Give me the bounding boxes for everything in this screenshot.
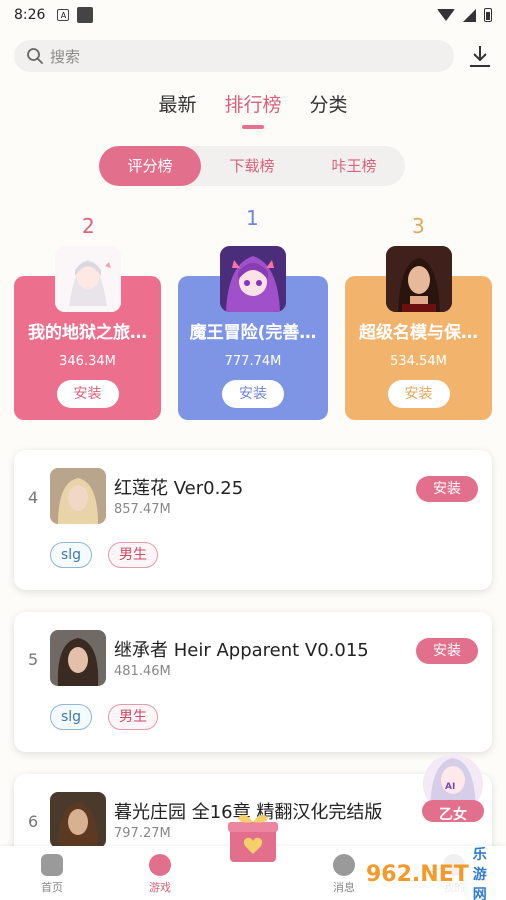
segment-downloads[interactable]: 下载榜: [201, 146, 303, 186]
watermark-logo: 962.NET 乐游网: [366, 847, 498, 900]
watermark-text: 乐游网: [472, 847, 487, 900]
tag-slg[interactable]: slg: [50, 704, 93, 730]
podium-name: 魔王冒险(完善…: [189, 323, 317, 343]
game-title: 继承者 Heir Apparent V0.015: [114, 640, 369, 661]
list-index: 5: [28, 650, 39, 669]
search-icon: [27, 48, 43, 64]
install-button[interactable]: 安装: [56, 380, 119, 408]
game-controller-icon: [149, 854, 171, 876]
tag-male[interactable]: 男生: [108, 542, 158, 568]
download-icon[interactable]: [466, 42, 494, 70]
podium-name: 超级名模与保…: [359, 323, 478, 343]
segment-rating[interactable]: 评分榜: [99, 146, 201, 186]
rank-number-1: 1: [246, 206, 259, 230]
otome-label: 乙女: [439, 807, 467, 823]
rank-number-2: 2: [82, 214, 95, 238]
install-button[interactable]: 安装: [222, 380, 284, 408]
tag-male[interactable]: 男生: [108, 704, 158, 730]
podium-card-2[interactable]: 我的地狱之旅… 346.34M 安装: [14, 246, 161, 420]
podium-size: 534.54M: [390, 354, 447, 369]
message-icon: [333, 854, 355, 876]
game-thumbnail: [50, 468, 106, 524]
nav-messages-label: 消息: [333, 881, 355, 894]
notification-square-icon: [77, 7, 94, 23]
nav-games[interactable]: 游戏: [130, 854, 190, 895]
tag-slg[interactable]: slg: [50, 542, 93, 568]
top-tabs: 最新 排行榜 分类: [0, 90, 506, 125]
purple-haired-girl-icon: [220, 246, 286, 312]
list-index: 4: [28, 488, 39, 507]
podium-size: 777.74M: [224, 354, 282, 369]
game-title: 红莲花 Ver0.25: [114, 478, 244, 499]
ai-badge: AI: [445, 782, 456, 792]
app-a-icon: A: [57, 9, 70, 21]
podium-card-1[interactable]: 魔王冒险(完善… 777.74M 安装: [178, 246, 328, 420]
podium-name: 我的地狱之旅…: [28, 323, 147, 343]
nav-messages[interactable]: 消息: [314, 854, 374, 895]
list-index: 6: [28, 812, 39, 831]
segment-kawang[interactable]: 咔王榜: [303, 146, 405, 186]
game-size: 481.46M: [114, 664, 171, 679]
game-thumbnail: [50, 792, 106, 848]
install-button[interactable]: 安装: [387, 380, 450, 408]
tab-ranking[interactable]: 排行榜: [224, 90, 281, 125]
game-size: 857.47M: [114, 502, 171, 517]
otome-floating-button[interactable]: 乙女 AI: [414, 748, 492, 826]
game-size: 797.27M: [114, 826, 171, 841]
watermark-962: 962.NET: [366, 861, 469, 887]
nav-home-label: 首页: [41, 881, 63, 894]
install-button[interactable]: 安装: [416, 476, 478, 502]
woman-portrait-icon: [385, 246, 452, 312]
signal-icon: [463, 8, 476, 22]
status-bar: 8:26 A: [0, 0, 506, 30]
white-haired-girl-icon: [54, 246, 121, 312]
gift-button[interactable]: [226, 810, 280, 864]
ranking-segment: 评分榜 下载榜 咔王榜: [99, 146, 405, 186]
podium-card-3[interactable]: 超级名模与保… 534.54M 安装: [345, 246, 492, 420]
list-item[interactable]: 4 红莲花 Ver0.25 857.47M 安装 slg 男生: [14, 450, 492, 590]
status-right-icons: [437, 8, 492, 22]
podium-size: 346.34M: [59, 354, 116, 369]
list-item[interactable]: 5 继承者 Heir Apparent V0.015 481.46M 安装 sl…: [14, 612, 492, 752]
game-thumbnail: [50, 630, 106, 686]
home-icon: [41, 854, 63, 876]
search-placeholder: 搜索: [50, 47, 81, 66]
search-input[interactable]: 搜索: [14, 40, 454, 72]
tab-category[interactable]: 分类: [310, 90, 348, 125]
status-time: 8:26: [14, 7, 46, 23]
nav-games-label: 游戏: [149, 881, 171, 894]
install-button[interactable]: 安装: [416, 638, 478, 664]
battery-icon: [484, 8, 492, 22]
wifi-icon: [437, 9, 455, 21]
nav-home[interactable]: 首页: [22, 854, 82, 895]
rank-number-3: 3: [412, 214, 425, 238]
gift-icon: [228, 814, 278, 862]
tab-latest[interactable]: 最新: [158, 90, 196, 125]
